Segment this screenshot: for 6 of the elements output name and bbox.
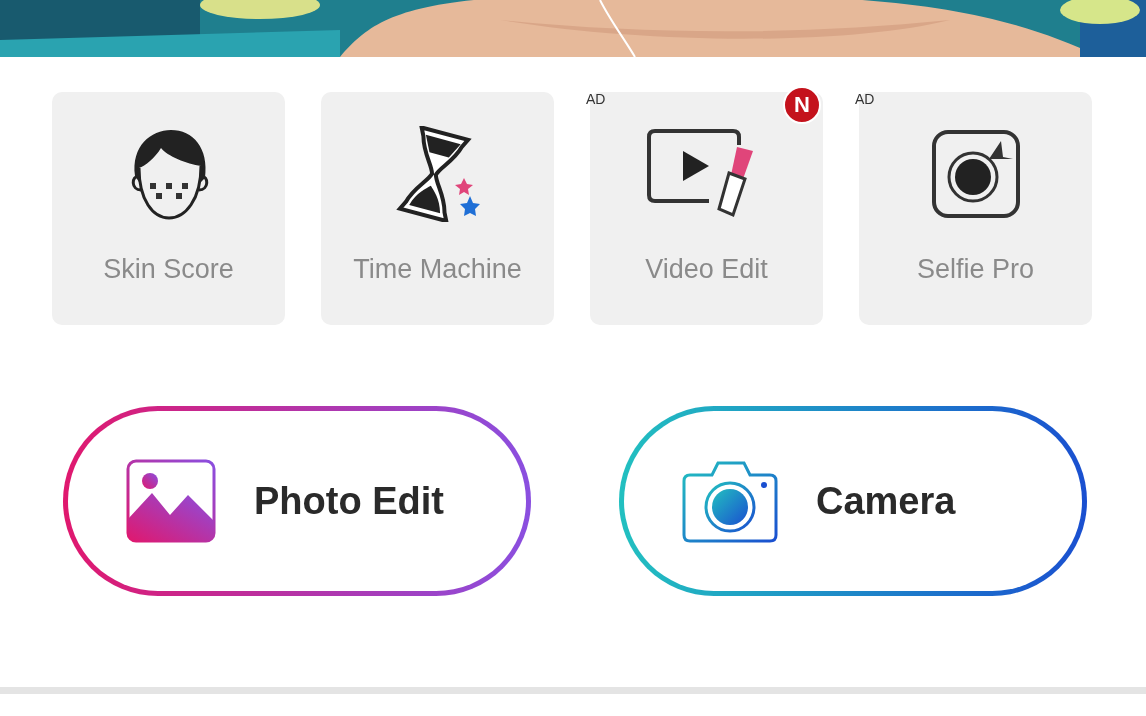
tool-tile[interactable]: Time Machine: [321, 92, 554, 325]
camera-lens-icon: [930, 129, 1021, 219]
new-badge: N: [783, 86, 821, 124]
tool-tile[interactable]: Skin Score: [52, 92, 285, 325]
camera-icon: [682, 459, 778, 543]
image-icon: [126, 459, 216, 543]
